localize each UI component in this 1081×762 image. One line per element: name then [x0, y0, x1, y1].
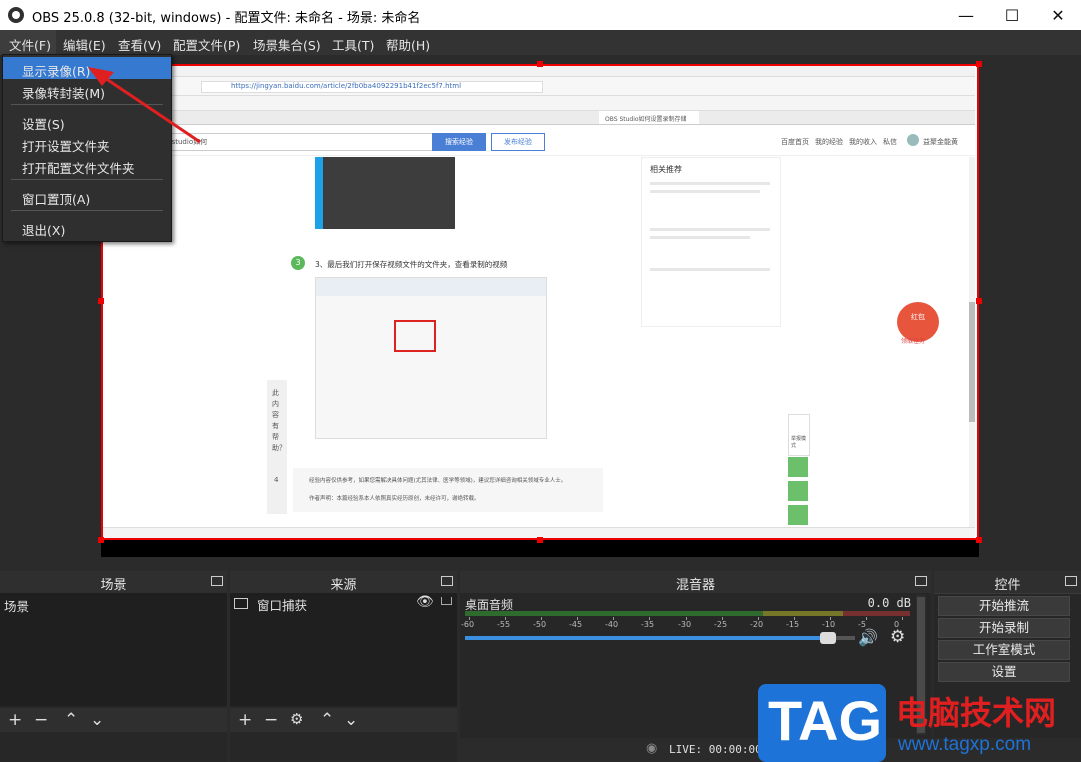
- speaker-icon[interactable]: 🔊: [858, 628, 878, 647]
- menu-scene-collection[interactable]: 场景集合(S): [253, 35, 321, 54]
- move-up-icon[interactable]: ⌃: [320, 710, 334, 730]
- scenes-header: 场景: [0, 571, 227, 594]
- live-broadcast-icon: ◉: [646, 741, 658, 756]
- sources-header: 来源: [230, 571, 457, 594]
- obs-logo-icon: [8, 7, 24, 23]
- meter-scale-label: -15: [786, 620, 800, 629]
- volume-slider[interactable]: [465, 632, 855, 644]
- menu-help[interactable]: 帮助(H): [386, 35, 430, 54]
- mixer-header: 混音器: [460, 571, 931, 594]
- settings-button[interactable]: 设置: [938, 662, 1070, 682]
- meter-scale-label: -20: [750, 620, 764, 629]
- watermark-url: www.tagxp.com: [898, 734, 1032, 755]
- minimize-button[interactable]: —: [943, 0, 989, 30]
- annotation-arrow: [88, 67, 201, 144]
- meter-scale-label: -40: [605, 620, 619, 629]
- level-meter: [465, 611, 910, 616]
- title-bar: OBS 25.0.8 (32-bit, windows) - 配置文件: 未命名…: [0, 0, 1081, 30]
- close-button[interactable]: ✕: [1035, 0, 1081, 30]
- maximize-button[interactable]: ☐: [989, 0, 1035, 30]
- menu-item-always-on-top[interactable]: 窗口置顶(A): [3, 185, 171, 207]
- meter-scale-label: -55: [497, 620, 511, 629]
- resize-handle-br[interactable]: [976, 537, 982, 543]
- undock-icon[interactable]: [915, 576, 927, 586]
- menu-tools[interactable]: 工具(T): [332, 35, 374, 54]
- meter-scale-label: -60: [461, 620, 475, 629]
- gear-icon[interactable]: ⚙: [890, 627, 905, 647]
- watermark-site-name: 电脑技术网: [896, 694, 1057, 732]
- add-source-button[interactable]: +: [238, 710, 252, 730]
- studio-mode-button[interactable]: 工作室模式: [938, 640, 1070, 660]
- menu-item-open-profile-folder[interactable]: 打开配置文件文件夹: [3, 154, 171, 176]
- controls-header: 控件: [934, 571, 1081, 594]
- visibility-eye-icon[interactable]: 👁: [416, 594, 434, 610]
- undock-icon[interactable]: [441, 576, 453, 586]
- lock-icon[interactable]: [441, 597, 452, 605]
- add-scene-button[interactable]: +: [8, 710, 22, 730]
- sources-list[interactable]: 窗口捕获 👁: [230, 593, 457, 706]
- scenes-dock: 场景 场景 + − ⌃ ⌄: [0, 571, 227, 762]
- sources-toolbar: + − ⚙ ⌃ ⌄: [230, 708, 457, 732]
- volume-handle[interactable]: [820, 632, 836, 644]
- volume-fill: [465, 636, 836, 640]
- resize-handle-t[interactable]: [537, 61, 543, 67]
- meter-scale-tick: [902, 617, 903, 620]
- menu-profile[interactable]: 配置文件(P): [173, 35, 240, 54]
- watermark-tag: TAG: [768, 689, 883, 752]
- meter-scale-tick: [866, 617, 867, 620]
- gear-icon[interactable]: ⚙: [290, 710, 303, 728]
- menu-file[interactable]: 文件(F): [9, 35, 51, 54]
- menu-separator: [11, 179, 163, 180]
- sources-title: 来源: [330, 578, 357, 593]
- move-up-icon[interactable]: ⌃: [64, 710, 78, 730]
- arrow-shaft: [101, 74, 201, 144]
- menu-separator: [11, 210, 163, 211]
- scenes-list[interactable]: 场景: [0, 593, 227, 706]
- meter-scale-label: -50: [533, 620, 547, 629]
- db-readout: 0.0 dB: [867, 596, 911, 610]
- menu-edit[interactable]: 编辑(E): [63, 35, 106, 54]
- menu-view[interactable]: 查看(V): [118, 35, 161, 54]
- move-down-icon[interactable]: ⌄: [344, 710, 358, 730]
- live-timer: LIVE: 00:00:00: [669, 743, 762, 756]
- meter-scale-label: -35: [641, 620, 655, 629]
- meter-scale-label: -30: [678, 620, 692, 629]
- meter-scale-label: -10: [822, 620, 836, 629]
- mixer-title: 混音器: [675, 578, 715, 593]
- remove-scene-button[interactable]: −: [34, 710, 48, 730]
- resize-handle-b[interactable]: [537, 537, 543, 543]
- undock-icon[interactable]: [1065, 576, 1077, 586]
- scenes-toolbar: + − ⌃ ⌄: [0, 708, 227, 732]
- undock-icon[interactable]: [211, 576, 223, 586]
- start-streaming-button[interactable]: 开始推流: [938, 596, 1070, 616]
- controls-title: 控件: [994, 578, 1021, 593]
- meter-scale: -60 -55 -50 -45 -40 -35 -30 -25 -20 -15 -10 -5 0: [461, 617, 910, 631]
- meter-scale-label: -25: [714, 620, 728, 629]
- resize-handle-l[interactable]: [98, 298, 104, 304]
- start-recording-button[interactable]: 开始录制: [938, 618, 1070, 638]
- window-capture-icon: [234, 598, 248, 609]
- source-selection-box[interactable]: [101, 64, 979, 540]
- menu-item-exit[interactable]: 退出(X): [3, 216, 171, 238]
- site-watermark: TAG 电脑技术网 www.tagxp.com: [758, 684, 1081, 762]
- resize-handle-tr[interactable]: [976, 61, 982, 67]
- scene-item[interactable]: 场景: [4, 596, 29, 615]
- scenes-title: 场景: [100, 578, 127, 593]
- meter-scale-label: -45: [569, 620, 583, 629]
- window-title: OBS 25.0.8 (32-bit, windows) - 配置文件: 未命名…: [32, 11, 421, 26]
- menu-bar: 文件(F) 编辑(E) 查看(V) 配置文件(P) 场景集合(S) 工具(T) …: [0, 30, 1081, 55]
- move-down-icon[interactable]: ⌄: [90, 710, 104, 730]
- remove-source-button[interactable]: −: [264, 710, 278, 730]
- resize-handle-r[interactable]: [976, 298, 982, 304]
- resize-handle-bl[interactable]: [98, 537, 104, 543]
- source-item[interactable]: 窗口捕获: [257, 595, 307, 614]
- sources-dock: 来源 窗口捕获 👁 + − ⚙ ⌃ ⌄: [230, 571, 457, 762]
